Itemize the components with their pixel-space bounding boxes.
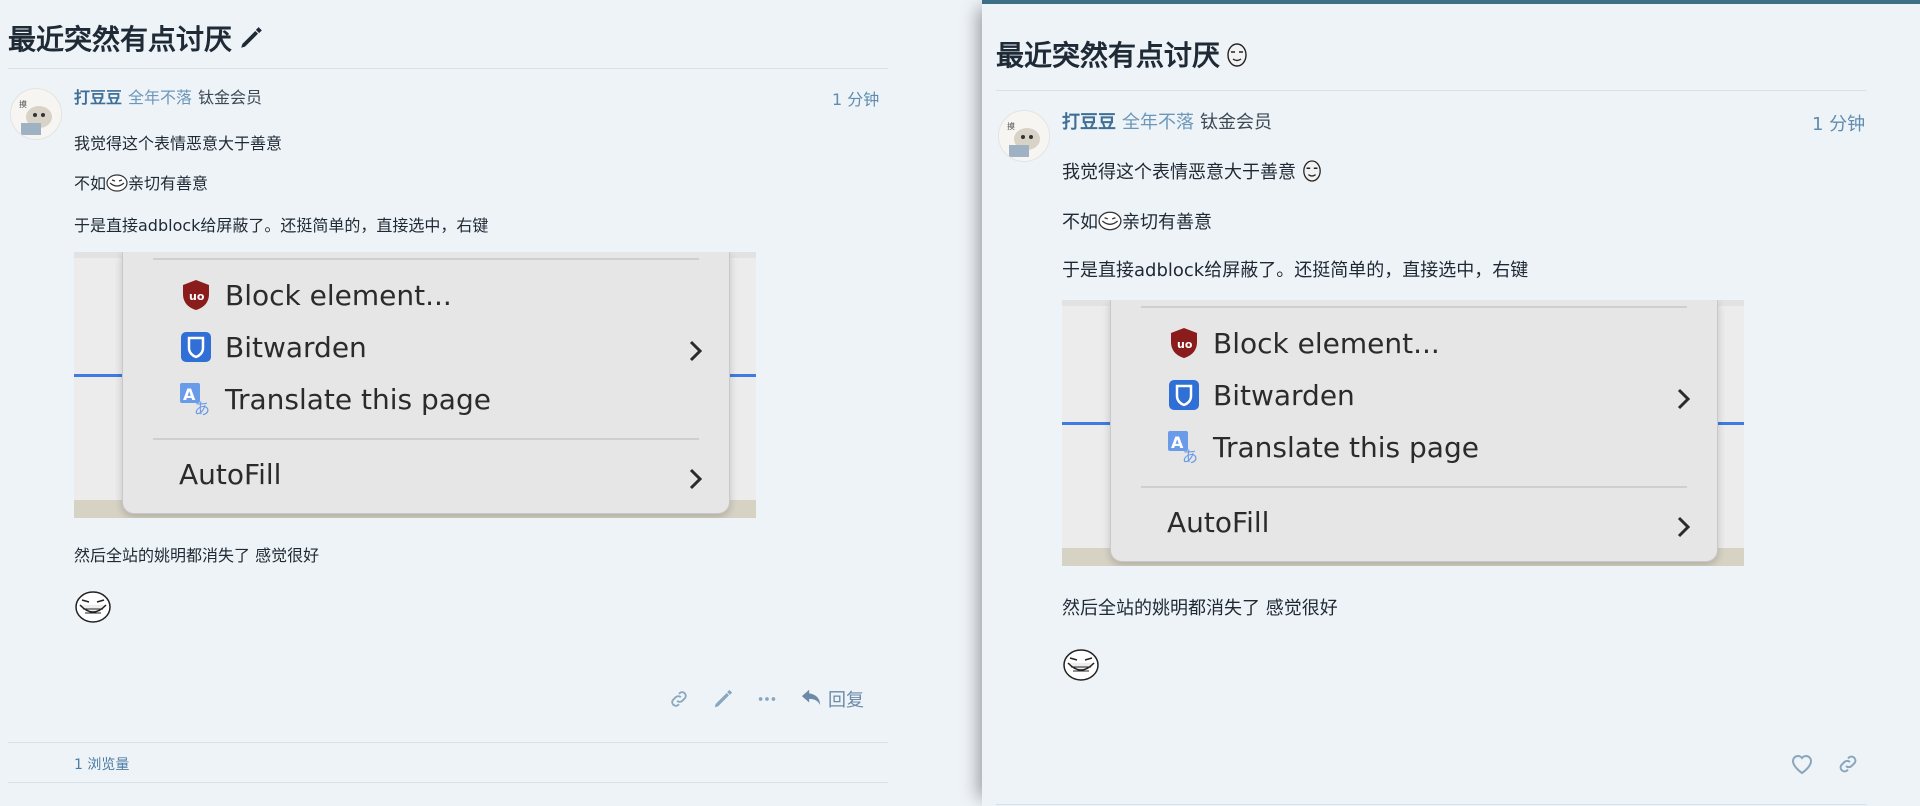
link-icon[interactable] bbox=[1836, 752, 1860, 776]
post-time[interactable]: 1 分钟 bbox=[832, 86, 879, 110]
username[interactable]: 打豆豆 bbox=[1062, 112, 1116, 133]
reply-arrow-icon bbox=[800, 687, 822, 712]
context-menu: uo Block element... Bitwarden Aあ Transla… bbox=[122, 252, 730, 514]
trollface-emoji-icon bbox=[74, 590, 112, 628]
right-topic-panel: 最近突然有点讨厌 摸 打豆豆 全年不落 钛金会员 1 分钟 我觉得这个表情恶意大于善… bbox=[982, 0, 1920, 806]
yaoming-emoji-icon bbox=[1302, 159, 1322, 187]
svg-text:あ: あ bbox=[194, 399, 210, 416]
divider bbox=[8, 68, 888, 69]
svg-text:摸: 摸 bbox=[19, 99, 27, 109]
divider bbox=[8, 782, 888, 783]
trollface-emoji-icon bbox=[1062, 648, 1100, 686]
bitwarden-shield-icon bbox=[179, 330, 213, 364]
yaoming-emoji-icon bbox=[1226, 41, 1248, 74]
avatar[interactable]: 摸 bbox=[10, 88, 62, 140]
post-paragraph: 然后全站的姚明都消失了 感觉很好 bbox=[74, 546, 320, 565]
svg-text:あ: あ bbox=[1182, 447, 1198, 464]
post-actions bbox=[1790, 752, 1860, 776]
trollface-emoji-icon bbox=[1098, 211, 1122, 236]
chevron-right-icon bbox=[687, 338, 705, 364]
menu-item-autofill[interactable]: AutoFill bbox=[1167, 506, 1269, 539]
svg-text:摸: 摸 bbox=[1007, 121, 1015, 131]
menu-item-block-element[interactable]: uo Block element... bbox=[179, 278, 452, 312]
post-paragraph: 不如 亲切有善意 bbox=[1062, 208, 1212, 236]
user-title: 钛金会员 bbox=[1200, 112, 1272, 133]
topic-title: 最近突然有点讨厌 bbox=[996, 34, 1248, 74]
trollface-emoji-icon bbox=[106, 173, 128, 196]
post-actions: 回复 bbox=[668, 686, 864, 712]
divider bbox=[996, 90, 1866, 91]
ellipsis-icon[interactable] bbox=[756, 688, 778, 710]
svg-text:uo: uo bbox=[1177, 338, 1193, 351]
translate-icon: Aあ bbox=[1167, 430, 1201, 466]
chevron-right-icon bbox=[1675, 386, 1693, 412]
link-icon[interactable] bbox=[668, 688, 690, 710]
translate-icon: Aあ bbox=[179, 382, 213, 418]
post-author-meta: 打豆豆 全年不落 钛金会员 bbox=[74, 84, 262, 108]
ublock-shield-icon: uo bbox=[1167, 326, 1201, 360]
post-author-meta: 打豆豆 全年不落 钛金会员 bbox=[1062, 108, 1272, 134]
context-menu-screenshot: uo Block element... Bitwarden Aあ Transla… bbox=[74, 252, 756, 518]
pencil-icon[interactable] bbox=[238, 25, 264, 58]
divider bbox=[8, 742, 888, 743]
heart-icon[interactable] bbox=[1790, 753, 1814, 775]
reply-button[interactable]: 回复 bbox=[800, 686, 864, 712]
svg-text:uo: uo bbox=[189, 290, 205, 303]
menu-item-autofill[interactable]: AutoFill bbox=[179, 458, 281, 491]
menu-item-bitwarden[interactable]: Bitwarden bbox=[1167, 378, 1355, 412]
user-flair: 全年不落 bbox=[1122, 112, 1194, 133]
user-flair: 全年不落 bbox=[128, 88, 193, 107]
username[interactable]: 打豆豆 bbox=[74, 88, 122, 107]
divider bbox=[996, 804, 1866, 805]
context-menu: uo Block element... Bitwarden Aあ Transla… bbox=[1110, 300, 1718, 562]
context-menu-screenshot: uo Block element... Bitwarden Aあ Transla… bbox=[1062, 300, 1744, 566]
post-paragraph: 于是直接adblock给屏蔽了。还挺简单的，直接选中，右键 bbox=[74, 216, 489, 235]
avatar[interactable]: 摸 bbox=[998, 110, 1050, 162]
menu-item-translate[interactable]: Aあ Translate this page bbox=[179, 382, 491, 418]
chevron-right-icon bbox=[687, 466, 705, 492]
post-paragraph: 不如 亲切有善意 bbox=[74, 170, 208, 196]
ublock-shield-icon: uo bbox=[179, 278, 213, 312]
post-paragraph: 我觉得这个表情恶意大于善意 bbox=[74, 134, 283, 153]
view-count: 1 浏览量 bbox=[74, 757, 130, 773]
left-topic-panel: 最近突然有点讨厌 摸 打豆豆 全年不落 钛金会员 1 分钟 我觉得这个表情恶意大于善… bbox=[0, 0, 980, 806]
chevron-right-icon bbox=[1675, 514, 1693, 540]
menu-item-block-element[interactable]: uo Block element... bbox=[1167, 326, 1440, 360]
menu-item-bitwarden[interactable]: Bitwarden bbox=[179, 330, 367, 364]
post-paragraph: 我觉得这个表情恶意大于善意 bbox=[1062, 158, 1322, 187]
menu-item-translate[interactable]: Aあ Translate this page bbox=[1167, 430, 1479, 466]
post-paragraph: 然后全站的姚明都消失了 感觉很好 bbox=[1062, 598, 1338, 619]
post-paragraph: 于是直接adblock给屏蔽了。还挺简单的，直接选中，右键 bbox=[1062, 260, 1529, 281]
bitwarden-shield-icon bbox=[1167, 378, 1201, 412]
pencil-icon[interactable] bbox=[712, 688, 734, 710]
user-title: 钛金会员 bbox=[198, 88, 263, 107]
post-time[interactable]: 1 分钟 bbox=[1812, 110, 1865, 136]
topic-title: 最近突然有点讨厌 bbox=[8, 18, 264, 58]
